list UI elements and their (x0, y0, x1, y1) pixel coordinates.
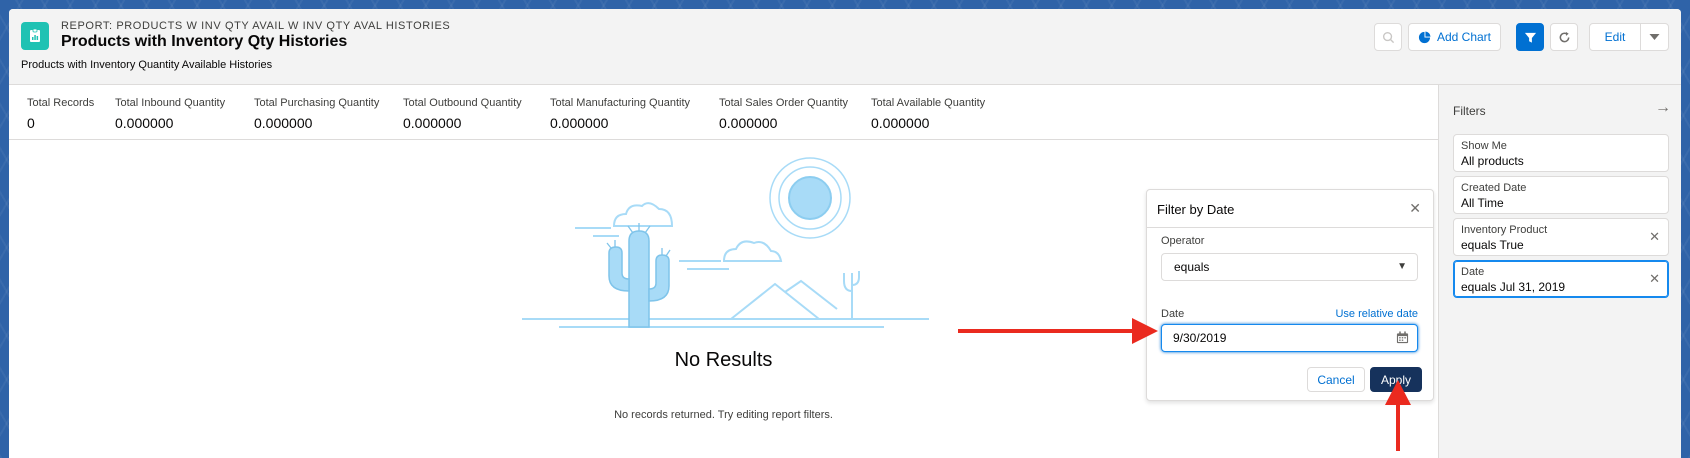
cancel-button[interactable]: Cancel (1307, 367, 1365, 392)
metric-label: Total Outbound Quantity (403, 97, 522, 109)
date-field[interactable] (1161, 324, 1418, 352)
use-relative-date-link[interactable]: Use relative date (1335, 308, 1418, 320)
metric-value: 0.000000 (115, 115, 174, 131)
add-chart-label: Add Chart (1436, 30, 1492, 44)
filter-inventory-product[interactable]: Inventory Product equals True ✕ (1453, 218, 1669, 256)
desert-illustration (522, 157, 929, 328)
metric-total-manufacturing: Total Manufacturing Quantity 0.000000 (550, 97, 690, 131)
filter-label: Date (1461, 266, 1485, 278)
metric-value: 0.000000 (550, 115, 609, 131)
no-results-message: No records returned. Try editing report … (614, 409, 833, 421)
metric-total-sales-order: Total Sales Order Quantity 0.000000 (719, 97, 848, 131)
filter-label: Inventory Product (1461, 224, 1548, 236)
metric-total-inbound: Total Inbound Quantity 0.000000 (115, 97, 225, 131)
report-summary: Total Records 0 Total Inbound Quantity 0… (9, 85, 1438, 140)
operator-label: Operator (1161, 235, 1205, 247)
metric-total-records: Total Records 0 (27, 97, 94, 131)
chevron-down-icon: ▼ (1397, 261, 1407, 272)
metric-value: 0.000000 (403, 115, 462, 131)
metric-label: Total Inbound Quantity (115, 97, 226, 109)
add-chart-button[interactable]: Add Chart (1408, 23, 1501, 51)
filter-value: equals True (1461, 238, 1524, 252)
close-icon[interactable]: ✕ (1649, 271, 1660, 287)
search-icon (1382, 31, 1394, 43)
metric-value: 0.000000 (719, 115, 778, 131)
metric-value: 0.000000 (254, 115, 313, 131)
report-description: Products with Inventory Quantity Availab… (21, 59, 273, 71)
report-app: REPORT: PRODUCTS W INV QTY AVAIL W INV Q… (9, 9, 1681, 458)
filter-value: All Time (1461, 196, 1504, 210)
filter-by-date-popover: Filter by Date ✕ Operator equals ▼ Date … (1146, 189, 1434, 401)
apply-button[interactable]: Apply (1370, 367, 1422, 392)
filter-icon (1524, 32, 1536, 43)
close-icon[interactable]: ✕ (1409, 200, 1421, 217)
metric-value: 0.000000 (871, 115, 930, 131)
date-input[interactable] (1162, 325, 1387, 351)
filter-label: Created Date (1461, 182, 1527, 194)
metric-total-purchasing: Total Purchasing Quantity 0.000000 (254, 97, 379, 131)
metric-total-outbound: Total Outbound Quantity 0.000000 (403, 97, 522, 131)
operator-value: equals (1174, 260, 1210, 274)
filter-created-date[interactable]: Created Date All Time (1453, 176, 1669, 214)
report-icon (21, 22, 49, 50)
page-title: Products with Inventory Qty Histories (61, 33, 348, 50)
filters-panel-title: Filters (1453, 104, 1486, 118)
filter-toggle-button[interactable] (1516, 23, 1544, 51)
metric-label: Total Available Quantity (871, 97, 986, 109)
metric-label: Total Manufacturing Quantity (550, 97, 691, 109)
chevron-down-icon (1649, 34, 1660, 40)
calendar-icon[interactable] (1396, 331, 1409, 344)
date-label: Date (1161, 308, 1185, 320)
filter-value: equals Jul 31, 2019 (1461, 280, 1566, 294)
search-button[interactable] (1374, 23, 1402, 51)
refresh-icon (1559, 31, 1569, 42)
filter-value: All products (1461, 154, 1524, 168)
refresh-button[interactable] (1550, 23, 1578, 51)
metric-label: Total Records (27, 97, 95, 109)
edit-label: Edit (1604, 30, 1626, 44)
metric-label: Total Sales Order Quantity (719, 97, 849, 109)
close-icon[interactable]: ✕ (1649, 229, 1660, 245)
operator-select[interactable]: equals ▼ (1161, 253, 1418, 281)
filter-date[interactable]: Date equals Jul 31, 2019 ✕ (1453, 260, 1669, 298)
report-header: REPORT: PRODUCTS W INV QTY AVAIL W INV Q… (9, 9, 1681, 85)
metric-label: Total Purchasing Quantity (254, 97, 380, 109)
edit-button[interactable]: Edit (1589, 23, 1641, 51)
metric-value: 0 (27, 115, 35, 131)
arrow-right-icon[interactable]: → (1655, 99, 1671, 117)
report-type-eyebrow: REPORT: PRODUCTS W INV QTY AVAIL W INV Q… (61, 20, 451, 32)
popover-divider (1147, 227, 1433, 228)
filters-panel: Filters → Show Me All products Created D… (1438, 85, 1681, 458)
metric-total-available: Total Available Quantity 0.000000 (871, 97, 985, 131)
filter-label: Show Me (1461, 140, 1507, 152)
chart-icon (1418, 30, 1431, 43)
filter-show-me[interactable]: Show Me All products (1453, 134, 1669, 172)
more-actions-button[interactable] (1640, 23, 1669, 51)
popover-title: Filter by Date (1157, 202, 1235, 217)
